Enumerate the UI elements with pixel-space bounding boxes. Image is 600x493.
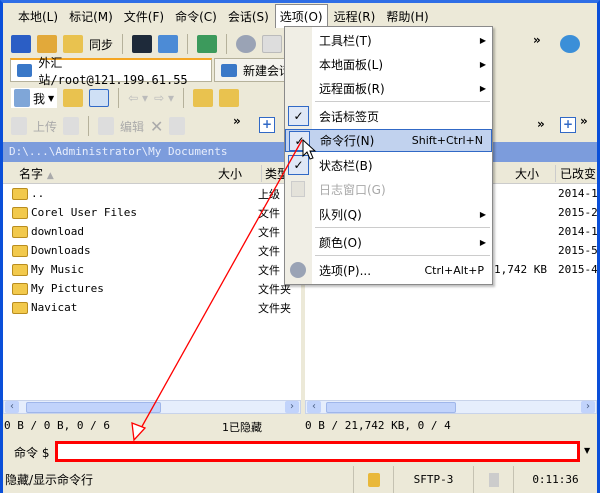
arrow-line	[139, 139, 303, 431]
annotation-arrow	[131, 139, 303, 442]
mouse-cursor-icon	[302, 139, 317, 160]
